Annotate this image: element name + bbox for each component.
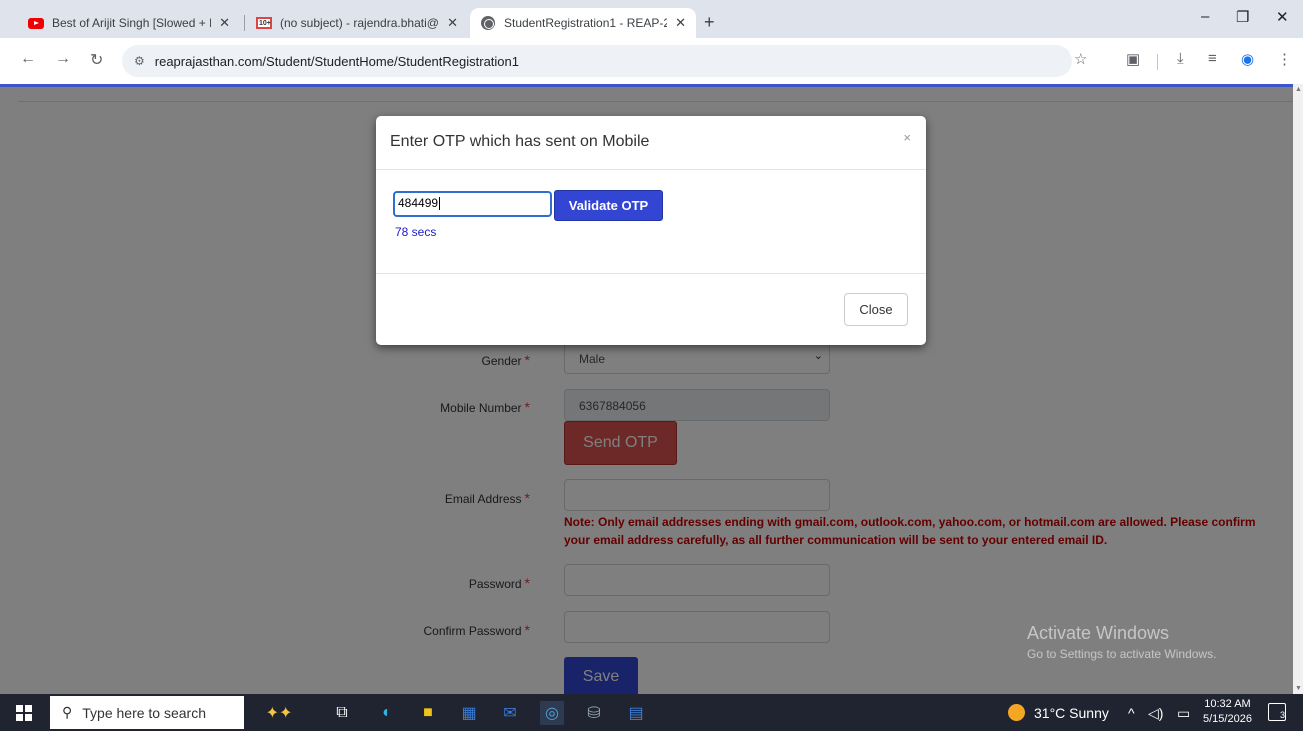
tray-chevron-icon[interactable]: ^ — [1128, 705, 1135, 721]
edge-icon[interactable]: ◐ — [375, 701, 399, 725]
modal-close-icon[interactable]: × — [903, 130, 911, 145]
file-explorer-icon[interactable]: ■ — [416, 701, 440, 725]
network-icon[interactable]: ▭ — [1177, 705, 1190, 722]
tab-student-registration[interactable]: StudentRegistration1 - REAP-20 ✕ — [470, 8, 696, 38]
tab-title: StudentRegistration1 - REAP-20 — [504, 16, 668, 30]
tab-gmail[interactable]: 10+ (no subject) - rajendra.bhati@s ✕ — [246, 8, 468, 38]
address-bar[interactable]: ⚙ reaprajasthan.com/Student/StudentHome/… — [122, 45, 1072, 77]
otp-modal: Enter OTP which has sent on Mobile × 484… — [376, 116, 926, 345]
reading-mode-icon[interactable]: ▣ — [1126, 50, 1140, 68]
windows-start-icon[interactable] — [16, 705, 32, 721]
tab-title: Best of Arijit Singh [Slowed + Re — [52, 16, 212, 30]
tab-close-icon[interactable]: ✕ — [219, 15, 230, 31]
globe-icon — [480, 15, 496, 31]
modal-header: Enter OTP which has sent on Mobile × — [376, 116, 926, 170]
media-queue-icon[interactable]: ≡ — [1208, 50, 1217, 67]
menu-kebab-icon[interactable]: ⋮ — [1277, 50, 1292, 68]
clock-date: 5/15/2026 — [1203, 713, 1252, 725]
restore-icon[interactable]: ❐ — [1236, 8, 1249, 26]
profile-icon[interactable]: ◉ — [1241, 50, 1254, 68]
url-text: reaprajasthan.com/Student/StudentHome/St… — [154, 53, 519, 69]
gmail-icon: 10+ — [256, 15, 272, 31]
tab-youtube[interactable]: Best of Arijit Singh [Slowed + Re ✕ — [18, 8, 240, 38]
otp-input[interactable]: 484499 — [394, 192, 551, 216]
modal-title: Enter OTP which has sent on Mobile — [390, 133, 650, 150]
weather-text[interactable]: 31°C Sunny — [1034, 705, 1109, 721]
clock-time: 10:32 AM — [1204, 698, 1251, 710]
activate-windows-title: Activate Windows — [1027, 623, 1170, 643]
activate-windows-subtitle: Go to Settings to activate Windows. — [1027, 647, 1217, 661]
forward-icon[interactable]: → — [55, 50, 71, 68]
tab-close-icon[interactable]: ✕ — [675, 15, 686, 31]
tab-title: (no subject) - rajendra.bhati@s — [280, 16, 440, 30]
reload-icon[interactable]: ↻ — [90, 50, 103, 70]
scroll-down-icon[interactable]: ▼ — [1295, 685, 1302, 692]
bookmark-star-icon[interactable]: ☆ — [1074, 50, 1087, 68]
registration-page: Gender* Male ⌄ Mobile Number* 6367884056… — [0, 87, 1293, 694]
validate-otp-button[interactable]: Validate OTP — [554, 190, 663, 221]
scanner-icon[interactable]: ⛁ — [582, 701, 606, 725]
back-icon[interactable]: ← — [20, 50, 36, 68]
page-scrollbar[interactable]: ▲ ▼ — [1293, 84, 1303, 694]
download-icon[interactable]: ⤓ — [1177, 50, 1184, 67]
browser-tab-strip: Best of Arijit Singh [Slowed + Re ✕ 10+ … — [0, 0, 1303, 38]
store-icon[interactable]: ▦ — [457, 701, 481, 725]
site-settings-icon[interactable]: ⚙ — [134, 54, 145, 68]
taskbar-search[interactable]: ⚲ Type here to search — [50, 696, 244, 729]
weather-sun-icon — [1008, 704, 1025, 721]
clock[interactable]: 10:32 AM 5/15/2026 — [1203, 697, 1252, 727]
minimize-icon[interactable]: – — [1201, 8, 1209, 25]
modal-footer: Close — [376, 273, 926, 345]
volume-icon[interactable]: ◁) — [1148, 705, 1163, 722]
sparkle-icon[interactable]: ✦✦ — [262, 701, 296, 725]
notification-icon[interactable]: 3 — [1268, 703, 1286, 721]
search-icon: ⚲ — [62, 704, 73, 720]
otp-timer: 78 secs — [395, 225, 437, 239]
word-icon[interactable]: ▤ — [624, 701, 648, 725]
youtube-icon — [28, 15, 44, 31]
browser-toolbar: ← → ↻ ⚙ reaprajasthan.com/Student/Studen… — [0, 38, 1303, 84]
scroll-up-icon[interactable]: ▲ — [1295, 86, 1302, 93]
tab-close-icon[interactable]: ✕ — [447, 15, 458, 31]
windows-taskbar: ⚲ Type here to search ✦✦ ⧉ ◐ ■ ▦ ✉ ◎ ⛁ ▤… — [0, 694, 1303, 731]
close-window-icon[interactable]: ✕ — [1276, 8, 1289, 26]
close-button[interactable]: Close — [844, 293, 908, 326]
chrome-icon[interactable]: ◎ — [540, 701, 564, 725]
task-view-icon[interactable]: ⧉ — [330, 701, 354, 725]
new-tab-button[interactable]: + — [704, 12, 715, 33]
mail-icon[interactable]: ✉ — [498, 701, 522, 725]
